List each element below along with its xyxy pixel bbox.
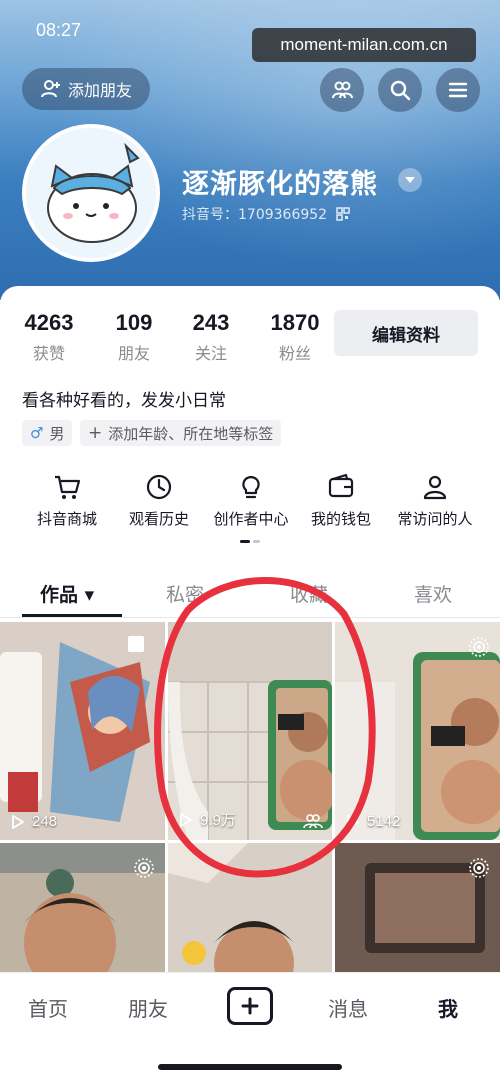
- shortcut-label: 抖音商城: [36, 510, 97, 528]
- search-button[interactable]: [378, 68, 422, 112]
- live-photo-icon: [469, 858, 489, 878]
- home-indicator[interactable]: [158, 1064, 342, 1070]
- stat-value: 243: [192, 310, 230, 335]
- add-friend-button[interactable]: 添加朋友: [22, 68, 150, 110]
- gender-tag[interactable]: ♂ 男: [22, 420, 73, 446]
- stat-label: 朋友: [117, 344, 150, 363]
- person-icon: [423, 475, 447, 500]
- stat-value: 1870: [270, 310, 320, 335]
- profile-nickname: 逐渐豚化的落熊: [182, 169, 378, 200]
- plus-icon: +: [88, 423, 103, 443]
- nav-home[interactable]: 首页: [28, 993, 68, 1022]
- stat-label: 关注: [194, 344, 227, 363]
- profile-bio: 看各种好看的，发发小日常: [22, 391, 226, 411]
- red-circle-annotation: [154, 577, 376, 878]
- qr-code-icon[interactable]: [335, 207, 350, 221]
- chevron-down-icon: [405, 177, 415, 183]
- shortcut-creator-center[interactable]: 创作者中心: [208, 472, 294, 529]
- shortcut-frequent-visitors[interactable]: 常访问的人: [392, 472, 478, 529]
- shortcut-label: 观看历史: [128, 510, 189, 528]
- play-count-value: 248: [32, 813, 58, 830]
- shortcut-label: 常访问的人: [397, 510, 473, 528]
- shortcut-shop[interactable]: 抖音商城: [24, 472, 110, 529]
- shortcut-history[interactable]: 观看历史: [116, 472, 202, 529]
- search-icon: [390, 80, 411, 101]
- add-person-icon: [40, 80, 60, 98]
- stat-value: 4263: [24, 310, 74, 335]
- douyin-id: 抖音号：1709366952: [182, 204, 350, 224]
- shortcut-label: 创作者中心: [213, 510, 289, 528]
- live-photo-icon: [469, 637, 489, 657]
- avatar-cat-illustration: [26, 128, 156, 258]
- cart-icon: [55, 475, 81, 499]
- stat-likes[interactable]: 4263 获赞: [22, 310, 76, 364]
- video-tile[interactable]: 248: [0, 622, 165, 840]
- video-tile[interactable]: [0, 843, 165, 973]
- clock-icon: [146, 474, 172, 500]
- watermark-banner: moment-milan.com.cn: [252, 28, 476, 62]
- shortcut-label: 我的钱包: [310, 510, 371, 528]
- account-switch-button[interactable]: [398, 168, 422, 192]
- add-tags-label: 添加年龄、所在地等标签: [108, 424, 274, 443]
- nav-me[interactable]: 我: [438, 993, 458, 1022]
- add-tags-button[interactable]: + 添加年龄、所在地等标签: [80, 420, 282, 446]
- plus-icon: [241, 997, 259, 1015]
- stat-label: 粉丝: [278, 344, 311, 363]
- nav-friends[interactable]: 朋友: [128, 993, 168, 1022]
- play-count: 248: [10, 813, 57, 830]
- stat-value: 109: [115, 310, 153, 335]
- add-friend-label: 添加朋友: [67, 81, 132, 100]
- douyin-id-text: 抖音号：1709366952: [182, 207, 328, 223]
- video-thumbnail: [0, 622, 165, 840]
- play-icon: [12, 814, 24, 829]
- status-bar-time: 08:27: [36, 20, 82, 40]
- tab-works[interactable]: 作品 ▾: [40, 580, 94, 607]
- avatar[interactable]: [22, 124, 160, 262]
- gender-tag-label: 男: [49, 424, 65, 443]
- stat-followers[interactable]: 1870 粉丝: [266, 310, 324, 364]
- nav-messages[interactable]: 消息: [328, 993, 368, 1022]
- edit-profile-button[interactable]: 编辑资料: [334, 310, 478, 356]
- create-button[interactable]: [227, 987, 273, 1025]
- tab-likes[interactable]: 喜欢: [414, 580, 452, 607]
- stat-following[interactable]: 243 关注: [188, 310, 234, 364]
- menu-button[interactable]: [436, 68, 480, 112]
- wallet-icon: [328, 473, 354, 498]
- stat-label: 获赞: [32, 344, 65, 363]
- male-icon: ♂: [30, 424, 44, 442]
- stat-friends[interactable]: 109 朋友: [112, 310, 156, 364]
- friends-button[interactable]: [320, 68, 364, 112]
- friends-icon: [332, 81, 353, 99]
- menu-icon: [448, 82, 468, 98]
- page-indicator: [240, 540, 260, 543]
- lightbulb-icon: [242, 475, 260, 499]
- shortcut-wallet[interactable]: 我的钱包: [298, 472, 384, 529]
